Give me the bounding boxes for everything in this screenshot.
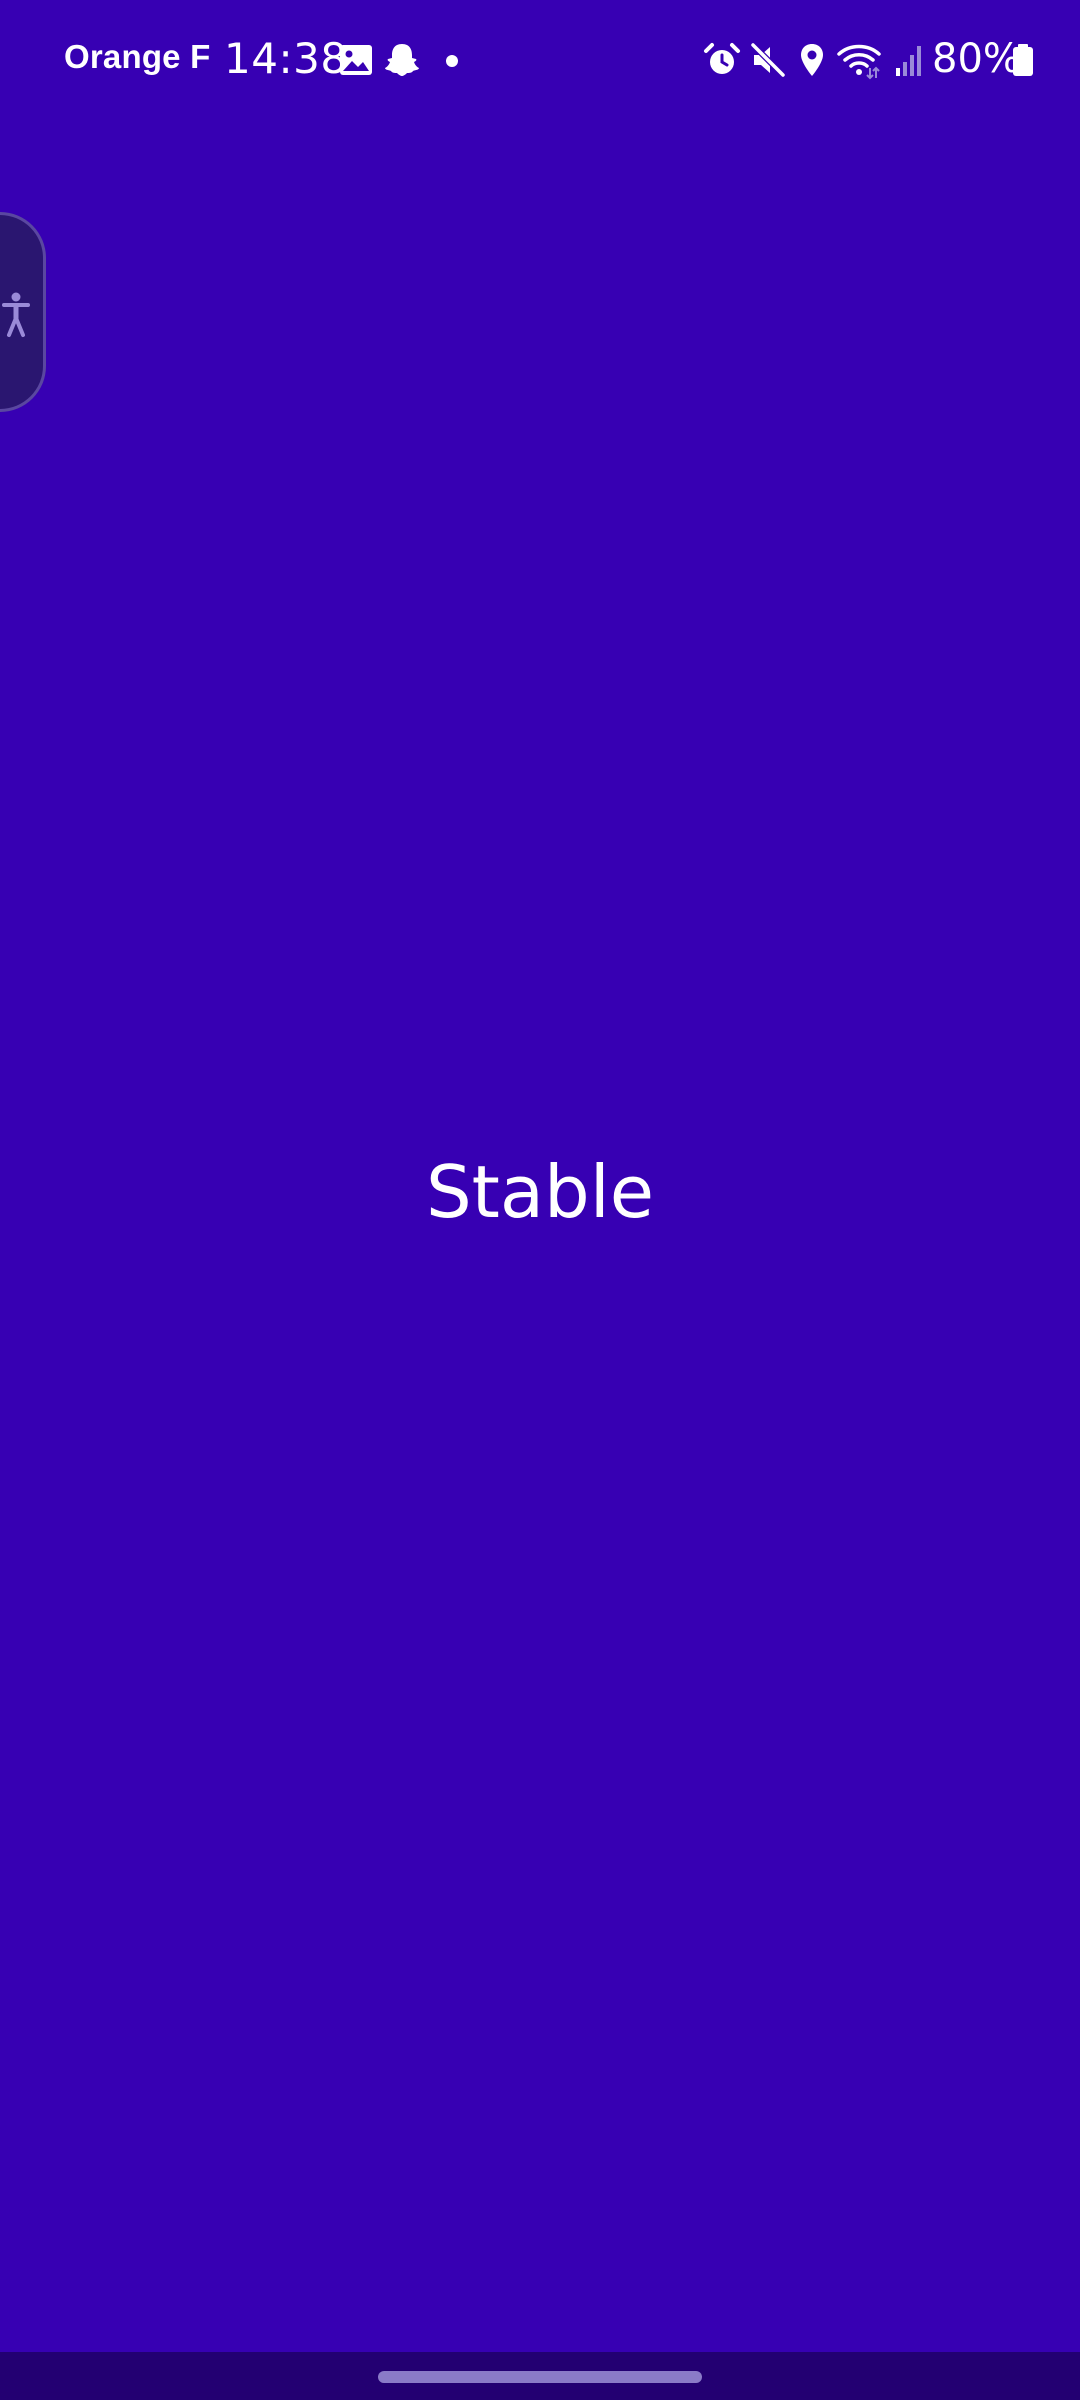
signal-icon: [896, 46, 921, 76]
battery-percentage: 80%: [932, 36, 1021, 82]
screen: Orange F 14:38 80% Stable: [0, 0, 1080, 2400]
location-icon: [801, 44, 823, 76]
accessibility-side-handle[interactable]: [0, 212, 46, 412]
snapchat-icon: [385, 44, 419, 76]
status-bar: Orange F 14:38 80%: [0, 0, 1080, 124]
mute-icon: [750, 42, 786, 78]
home-gesture-handle[interactable]: [378, 2371, 702, 2383]
status-time: 14:38: [224, 34, 348, 83]
accessibility-person-icon: [2, 292, 30, 337]
gallery-icon: [340, 45, 372, 75]
alarm-icon: [704, 43, 740, 74]
carrier-name: Orange F: [64, 38, 211, 75]
battery-icon: [1013, 44, 1033, 76]
dot-icon: [446, 55, 458, 67]
wifi-icon: [837, 44, 881, 80]
status-label: Stable: [425, 1150, 655, 1234]
